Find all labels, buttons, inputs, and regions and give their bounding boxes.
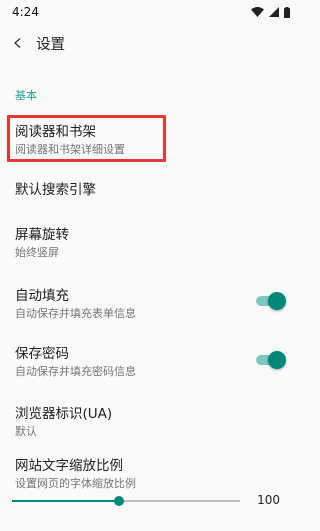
pref-title: 自动填充 — [15, 288, 69, 304]
text-zoom-value: 100 — [257, 493, 280, 507]
slider-track-fill — [12, 500, 120, 502]
section-header-basic: 基本 — [15, 89, 37, 102]
toggle-thumb — [268, 292, 286, 310]
wifi-icon — [251, 7, 264, 17]
back-arrow-icon[interactable] — [0, 24, 38, 62]
cellular-signal-icon — [269, 7, 279, 17]
pref-summary: 设置网页的字体缩放比例 — [15, 477, 136, 490]
page-title: 设置 — [36, 36, 65, 53]
pref-title: 网站文字缩放比例 — [15, 458, 123, 474]
pref-save-password[interactable]: 保存密码 自动保存并填充密码信息 — [0, 345, 300, 379]
save-password-toggle[interactable] — [256, 350, 286, 370]
toolbar: 设置 — [0, 24, 300, 62]
pref-title: 浏览器标识(UA) — [15, 406, 113, 422]
toggle-thumb — [268, 351, 286, 369]
pref-default-search-engine[interactable]: 默认搜索引擎 — [0, 181, 300, 199]
highlight-box — [7, 115, 166, 162]
pref-title: 屏幕旋转 — [15, 227, 69, 243]
status-bar: 4:24 — [0, 0, 300, 24]
pref-title: 保存密码 — [15, 346, 69, 362]
pref-text-zoom: 网站文字缩放比例 设置网页的字体缩放比例 — [0, 457, 300, 491]
slider-thumb[interactable] — [114, 496, 125, 506]
pref-summary: 默认 — [15, 425, 37, 438]
pref-summary: 自动保存并填充表单信息 — [15, 307, 136, 320]
pref-user-agent[interactable]: 浏览器标识(UA) 默认 — [0, 405, 300, 439]
battery-icon — [284, 6, 290, 18]
pref-title: 默认搜索引擎 — [15, 182, 96, 198]
pref-autofill[interactable]: 自动填充 自动保存并填充表单信息 — [0, 287, 300, 321]
status-icons — [251, 6, 290, 18]
autofill-toggle[interactable] — [256, 291, 286, 311]
pref-screen-rotation[interactable]: 屏幕旋转 始终竖屏 — [0, 226, 300, 260]
pref-summary: 自动保存并填充密码信息 — [15, 365, 136, 378]
pref-summary: 始终竖屏 — [15, 246, 59, 259]
status-time: 4:24 — [12, 5, 39, 19]
text-zoom-slider[interactable] — [12, 493, 240, 509]
